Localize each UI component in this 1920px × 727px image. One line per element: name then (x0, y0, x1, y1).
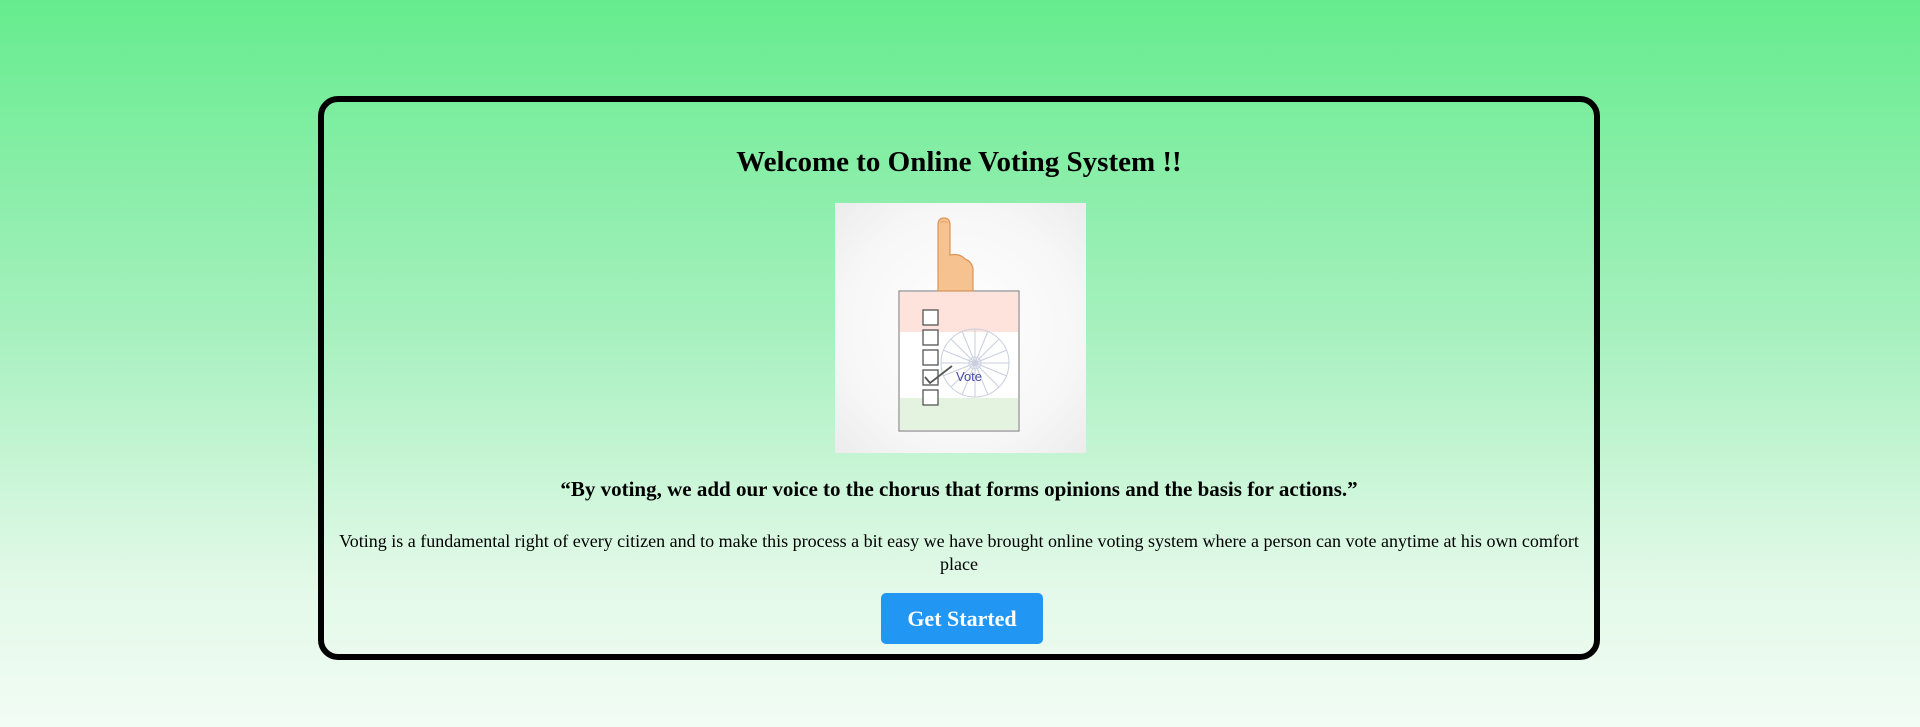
finger-icon (937, 217, 974, 292)
description-text: Voting is a fundamental right of every c… (339, 531, 1579, 574)
ballot-paper (898, 290, 1020, 432)
vote-label: Vote (956, 369, 982, 384)
vote-ballot-icon: Vote (835, 203, 1086, 453)
get-started-button[interactable]: Get Started (881, 593, 1043, 644)
voting-quote: “By voting, we add our voice to the chor… (560, 477, 1358, 501)
page-title: Welcome to Online Voting System !! (736, 146, 1182, 178)
ballot-checkboxes (922, 309, 939, 406)
welcome-card: Welcome to Online Voting System !! Vote … (318, 96, 1600, 660)
